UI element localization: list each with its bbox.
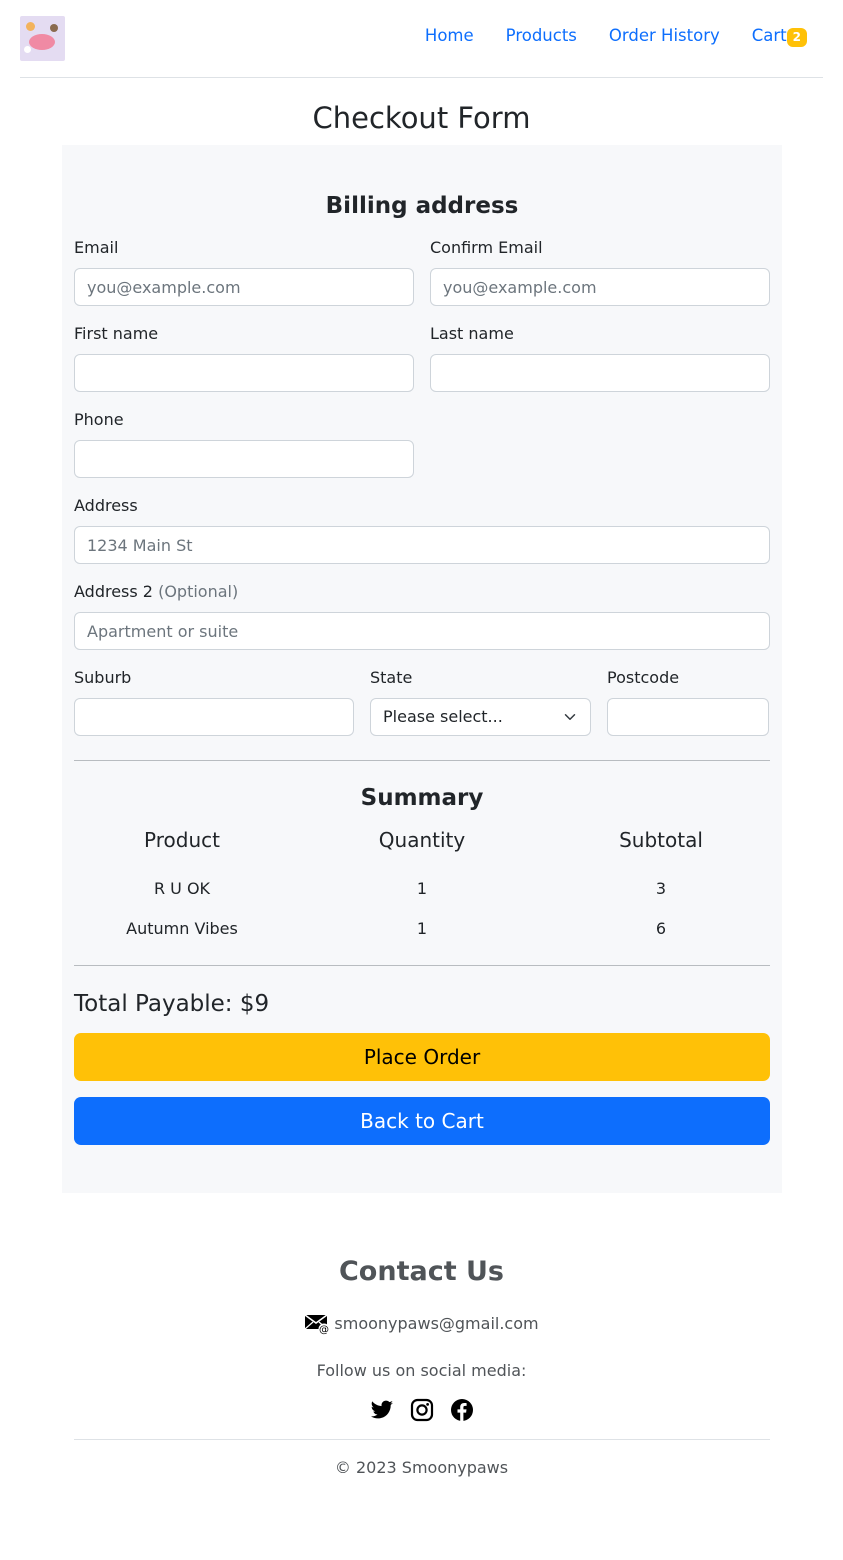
nav-home-link[interactable]: Home [425, 24, 474, 48]
logo-decoration [26, 22, 35, 31]
nav-links: Home Products Order History Cart 2 [425, 24, 807, 48]
summary-row-product: R U OK [153, 879, 211, 898]
nav-cart-link[interactable]: Cart 2 [752, 24, 807, 48]
place-order-button[interactable]: Place Order [74, 1033, 770, 1081]
follow-us-text: Follow us on social media: [316, 1361, 527, 1380]
state-select[interactable]: Please select... [370, 698, 591, 736]
facebook-icon[interactable] [450, 1398, 474, 1422]
twitter-icon[interactable] [370, 1398, 394, 1422]
svg-text:@: @ [319, 1325, 329, 1336]
address2-input[interactable] [74, 612, 770, 650]
summary-row-quantity: 1 [416, 919, 428, 938]
state-selected-value: Please select... [383, 707, 503, 726]
nav-products-link[interactable]: Products [506, 24, 577, 48]
cart-label: Cart [751, 26, 787, 45]
address-input[interactable] [74, 526, 770, 564]
logo-decoration [24, 46, 31, 53]
summary-row-quantity: 1 [416, 879, 428, 898]
first-name-label: First name [74, 324, 159, 343]
postcode-label: Postcode [607, 668, 680, 687]
contact-email-row: @ smoonypaws@gmail.com [0, 1312, 843, 1336]
summary-row-subtotal: 6 [655, 919, 667, 938]
suburb-label: Suburb [74, 668, 132, 687]
contact-email[interactable]: smoonypaws@gmail.com [334, 1312, 538, 1336]
checkout-form-panel: Billing address Email Confirm Email Firs… [62, 145, 782, 1193]
optional-hint: (Optional) [158, 582, 239, 601]
last-name-label: Last name [430, 324, 514, 343]
phone-label: Phone [74, 410, 124, 429]
nav-order-history-link[interactable]: Order History [609, 24, 720, 48]
footer-divider [74, 1439, 770, 1440]
social-icons [0, 1398, 843, 1422]
address2-label-text: Address 2 [74, 582, 153, 601]
postcode-input[interactable] [607, 698, 769, 736]
mail-icon: @ [304, 1314, 330, 1336]
summary-title: Summary [360, 785, 484, 811]
logo[interactable] [20, 16, 65, 61]
page-title: Checkout Form [312, 101, 531, 135]
email-input[interactable] [74, 268, 414, 306]
last-name-input[interactable] [430, 354, 770, 392]
logo-mark [29, 34, 55, 50]
summary-header-subtotal: Subtotal [619, 828, 703, 852]
phone-input[interactable] [74, 440, 414, 478]
suburb-input[interactable] [74, 698, 354, 736]
first-name-input[interactable] [74, 354, 414, 392]
confirm-email-input[interactable] [430, 268, 770, 306]
summary-header-quantity: Quantity [378, 828, 466, 852]
billing-address-title: Billing address [325, 193, 519, 219]
email-label: Email [74, 238, 119, 257]
confirm-email-label: Confirm Email [430, 238, 543, 257]
back-to-cart-button[interactable]: Back to Cart [74, 1097, 770, 1145]
chevron-down-icon [564, 714, 576, 720]
instagram-icon[interactable] [410, 1398, 434, 1422]
divider [74, 760, 770, 761]
divider [74, 965, 770, 966]
summary-row-product: Autumn Vibes [126, 919, 238, 938]
copyright-text: © 2023 Smoonypaws [334, 1458, 509, 1477]
address2-label: Address 2 (Optional) [74, 581, 238, 603]
logo-decoration [50, 24, 58, 32]
navbar: Home Products Order History Cart 2 [20, 0, 823, 78]
state-label: State [370, 668, 413, 687]
summary-row-subtotal: 3 [655, 879, 667, 898]
summary-header-product: Product [144, 828, 220, 852]
total-payable: Total Payable: $9 [74, 991, 270, 1017]
contact-us-title: Contact Us [338, 1256, 505, 1287]
address-label: Address [74, 496, 138, 515]
cart-count-badge: 2 [786, 28, 807, 47]
